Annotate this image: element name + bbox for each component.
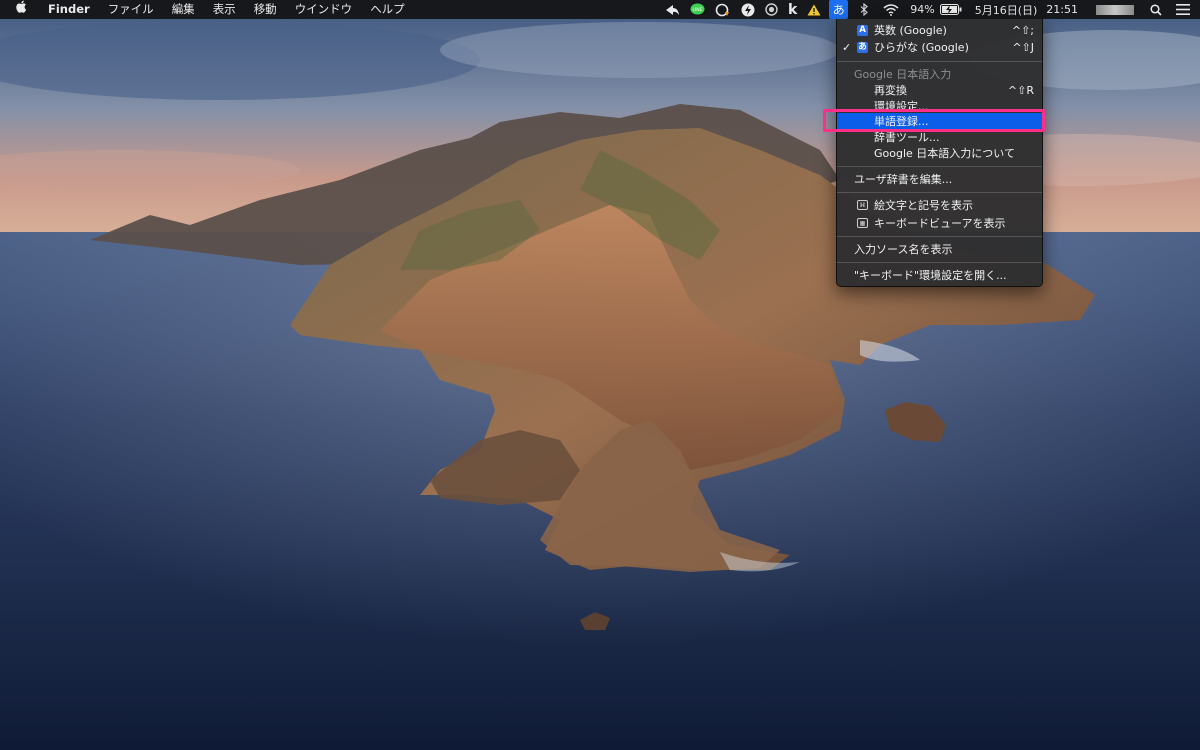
menubar-date[interactable]: 5月16日(日) [970,0,1043,19]
menu-item-label: Google 日本語入力について [874,147,1015,160]
sync-warning-icon[interactable] [710,0,736,19]
emoji-viewer-icon: ⌘ [857,200,868,210]
menu-separator [837,61,1042,62]
wifi-icon[interactable] [878,0,904,19]
menu-item-label: ユーザ辞書を編集... [854,173,953,186]
bolt-icon[interactable] [736,0,760,19]
menu-bar: Finder ファイル 編集 表示 移動 ウインドウ ヘルプ LINE k あ [0,0,1200,19]
menu-separator [837,192,1042,193]
checkmark-icon: ✓ [842,41,852,54]
apple-icon[interactable] [0,0,39,19]
menu-section-header: Google 日本語入力 [837,66,1042,83]
menu-item-keyboard-viewer[interactable]: ▦ キーボードビューアを表示 [837,215,1042,232]
menu-file[interactable]: ファイル [99,0,163,19]
menu-separator [837,262,1042,263]
menu-item-shortcut: ^⇧J [1012,41,1034,54]
input-source-indicator[interactable]: あ [826,0,851,19]
menu-item-label: キーボードビューアを表示 [874,217,1006,230]
hiragana-input-icon[interactable]: あ [829,0,849,19]
menu-help[interactable]: ヘルプ [361,0,414,19]
alphanumeric-input-icon: A [857,25,868,36]
warning-icon[interactable] [802,0,826,19]
search-icon[interactable] [1142,0,1170,19]
svg-text:LINE: LINE [692,7,702,13]
user-account-icon[interactable] [1090,0,1142,19]
menu-item-label: ひらがな (Google) [874,41,969,54]
menu-item-eisu-google[interactable]: A 英数 (Google) ^⇧; [837,22,1042,39]
menu-finder[interactable]: Finder [39,0,99,19]
menu-go[interactable]: 移動 [245,0,286,19]
menu-item-label: 英数 (Google) [874,24,947,37]
menu-item-shortcut: ^⇧; [1011,24,1034,37]
control-center-icon[interactable] [1170,0,1200,19]
menu-item-open-keyboard-preferences[interactable]: "キーボード"環境設定を開く... [837,267,1042,284]
share-arrow-icon[interactable] [660,0,685,19]
record-icon[interactable] [760,0,783,19]
menu-item-hiragana-google[interactable]: ✓ あ ひらがな (Google) ^⇧J [837,39,1042,56]
menu-separator [837,166,1042,167]
menu-item-label: "キーボード"環境設定を開く... [854,269,1007,282]
menu-item-emoji-symbols[interactable]: ⌘ 絵文字と記号を表示 [837,197,1042,214]
menu-item-label: 再変換 [874,84,907,97]
menu-item-label: 絵文字と記号を表示 [874,199,973,212]
input-method-menu: A 英数 (Google) ^⇧; ✓ あ ひらがな (Google) ^⇧J … [836,19,1043,287]
menu-item-label: 入力ソース名を表示 [854,243,953,256]
menu-view[interactable]: 表示 [204,0,245,19]
battery-percent: 94% [910,3,935,16]
menubar-time[interactable]: 21:51 [1042,0,1090,19]
hiragana-input-icon: あ [857,42,868,53]
menu-separator [837,236,1042,237]
menu-edit[interactable]: 編集 [163,0,204,19]
battery-charging-icon[interactable] [938,0,970,19]
menu-item-show-input-source-names[interactable]: 入力ソース名を表示 [837,241,1042,258]
k-icon[interactable]: k [783,0,802,19]
line-icon[interactable]: LINE [685,0,710,19]
menu-item-shortcut: ^⇧R [1007,84,1034,97]
bluetooth-icon[interactable] [851,0,878,19]
highlight-annotation-box [823,109,1045,132]
menu-window[interactable]: ウインドウ [286,0,362,19]
menu-header-label: Google 日本語入力 [854,68,952,81]
keyboard-icon: ▦ [857,218,868,228]
menu-item-reconvert[interactable]: 再変換 ^⇧R [837,82,1042,99]
menu-item-about[interactable]: Google 日本語入力について [837,145,1042,162]
menu-item-edit-user-dictionary[interactable]: ユーザ辞書を編集... [837,171,1042,188]
